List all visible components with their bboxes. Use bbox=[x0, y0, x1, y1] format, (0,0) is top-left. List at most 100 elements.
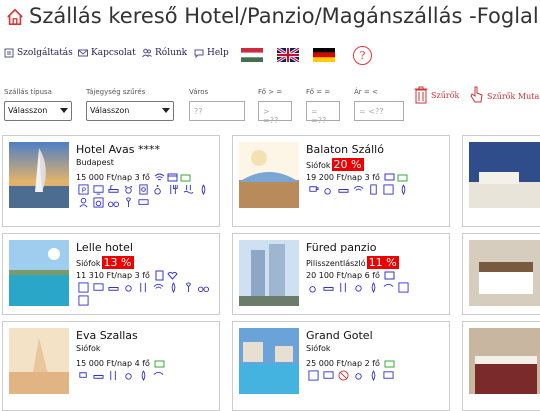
hotel-city: Siófok 13 % bbox=[76, 256, 134, 269]
garden-icon bbox=[126, 197, 131, 208]
region-select[interactable]: Válasszon bbox=[86, 101, 174, 121]
parking-icon bbox=[308, 370, 319, 381]
bath-icon bbox=[93, 375, 104, 379]
hotel-city: Pilisszentlászló 11 % bbox=[306, 256, 399, 269]
hotel-city: Budapest bbox=[76, 158, 114, 167]
cash-icon bbox=[154, 360, 165, 368]
price-text: 15 000 Ft/nap 4 fő bbox=[76, 359, 150, 368]
nav-about[interactable]: Rólunk bbox=[142, 48, 187, 58]
amenities: P bbox=[76, 184, 216, 208]
users-icon bbox=[142, 48, 152, 58]
hand-pointer-icon bbox=[470, 86, 483, 103]
listing-card[interactable]: Grand Gotel Siófok 25 000 Ft/nap 2 fő bbox=[232, 321, 450, 411]
price-text: 25 000 Ft/nap 2 fő bbox=[306, 359, 380, 368]
spa-icon bbox=[371, 370, 376, 381]
wifi-icon bbox=[153, 283, 164, 289]
price-input[interactable]: = <?? bbox=[354, 101, 404, 121]
amenities bbox=[306, 370, 446, 381]
price-text: 19 200 Ft/nap 3 fő bbox=[306, 173, 380, 182]
hotel-price: 25 000 Ft/nap 2 fő bbox=[306, 358, 395, 369]
tv-icon bbox=[323, 371, 334, 379]
phone-icon bbox=[370, 184, 377, 195]
uk-flag[interactable] bbox=[277, 48, 299, 62]
type-label: Szállás típusa bbox=[4, 88, 52, 96]
bath-icon bbox=[323, 287, 334, 291]
pet-icon bbox=[355, 373, 362, 380]
spa-icon bbox=[201, 184, 206, 195]
restaurant-icon bbox=[170, 184, 178, 195]
wifi-icon bbox=[155, 173, 165, 181]
listing-card[interactable] bbox=[462, 135, 540, 227]
city-text: Siófok bbox=[76, 259, 101, 268]
fo-ge-input[interactable]: > =?? bbox=[258, 101, 292, 125]
listing-card[interactable] bbox=[462, 233, 540, 315]
hotel-price: 15 000 Ft/nap 4 fő bbox=[76, 358, 165, 369]
discount-badge: 20 % bbox=[331, 158, 364, 171]
cash-icon bbox=[180, 174, 191, 182]
listing-card[interactable]: Eva Szallas Siófok 15 000 Ft/nap 4 fő bbox=[2, 321, 220, 411]
cash-icon bbox=[384, 360, 395, 368]
hungary-flag[interactable] bbox=[241, 48, 263, 62]
restaurant-icon bbox=[110, 370, 116, 381]
hotel-photo bbox=[9, 142, 69, 208]
hotel-photo bbox=[469, 240, 540, 306]
pet-icon bbox=[355, 285, 362, 292]
hotel-photo bbox=[469, 328, 540, 394]
show-filter-button[interactable]: Szűrők Mutat bbox=[470, 86, 540, 106]
price-text: 15 000 Ft/nap 3 fő bbox=[76, 173, 150, 182]
fo-eq-input[interactable]: = =?? bbox=[306, 101, 340, 125]
fo-ge-label: Fő > = bbox=[258, 88, 283, 96]
filter-button-label: Szűrők bbox=[431, 90, 460, 100]
pet-icon bbox=[125, 285, 132, 292]
nav-contact[interactable]: Kapcsolat bbox=[78, 48, 136, 58]
city-text: Pilisszentlászló bbox=[306, 259, 366, 268]
trash-icon bbox=[414, 86, 428, 104]
hotel-photo bbox=[469, 142, 540, 208]
hotel-city: Siófok bbox=[76, 344, 101, 353]
hotel-name: Füred panzio bbox=[306, 241, 377, 254]
type-select-value: Válasszon bbox=[8, 106, 48, 115]
ac-icon bbox=[138, 199, 149, 205]
nav-services[interactable]: Szolgáltatás bbox=[4, 48, 73, 58]
type-select[interactable]: Válasszon bbox=[4, 101, 72, 121]
garden-icon bbox=[186, 282, 191, 293]
hotel-photo bbox=[239, 142, 299, 208]
help-icon[interactable]: ? bbox=[353, 46, 372, 65]
listing-card[interactable]: Hotel Avas **** Budapest 15 000 Ft/nap 3… bbox=[2, 135, 220, 227]
hotel-city: Siófok bbox=[306, 344, 331, 353]
nav-contact-label: Kapcsolat bbox=[91, 48, 136, 58]
price-text: 20 100 Ft/nap 6 fő bbox=[306, 271, 380, 280]
listing-card[interactable]: Balaton Szálló Siófok 20 % 19 200 Ft/nap … bbox=[232, 135, 450, 227]
washer-icon bbox=[383, 184, 394, 195]
price-label: Ár = < bbox=[354, 88, 378, 96]
wifi-icon bbox=[153, 371, 164, 375]
restaurant-icon bbox=[340, 282, 346, 293]
show-filter-button-label: Szűrők Mutat bbox=[487, 91, 540, 101]
listing-card[interactable]: Füred panzio Pilisszentlászló 11 % 20 100… bbox=[232, 233, 450, 315]
filter-bar: Szállás típusa Válasszon Tájegység szűré… bbox=[0, 86, 540, 126]
restaurant-icon bbox=[140, 282, 146, 293]
pool-icon bbox=[183, 184, 194, 194]
germany-flag[interactable] bbox=[313, 48, 335, 62]
home-icon[interactable] bbox=[6, 8, 24, 26]
svg-text:P: P bbox=[82, 185, 87, 194]
listing-card[interactable] bbox=[462, 321, 540, 411]
city-input[interactable]: ?? bbox=[189, 101, 245, 121]
spa-icon bbox=[401, 184, 406, 195]
bath-icon bbox=[108, 287, 119, 291]
hotel-photo bbox=[239, 240, 299, 306]
washer-icon bbox=[78, 295, 89, 306]
fo-eq-label: Fő = = bbox=[306, 88, 331, 96]
tv-icon bbox=[93, 283, 104, 291]
listing-card[interactable]: Lelle hotel Siófok 13 % 11 310 Ft/nap 3 f… bbox=[2, 233, 220, 315]
filter-button[interactable]: Szűrők bbox=[414, 86, 459, 104]
city-label: Város bbox=[189, 88, 209, 96]
nav-help[interactable]: Help bbox=[194, 48, 229, 58]
no-smoking-icon bbox=[338, 370, 349, 381]
tv-icon bbox=[93, 185, 104, 195]
spa-icon bbox=[371, 282, 376, 293]
page-title: Szállás kereső Hotel/Panzio/Magánszállás… bbox=[29, 4, 540, 28]
mail-icon bbox=[78, 49, 88, 57]
wifi-icon bbox=[353, 185, 364, 191]
header: Szállás kereső Hotel/Panzio/Magánszállás… bbox=[0, 0, 540, 40]
